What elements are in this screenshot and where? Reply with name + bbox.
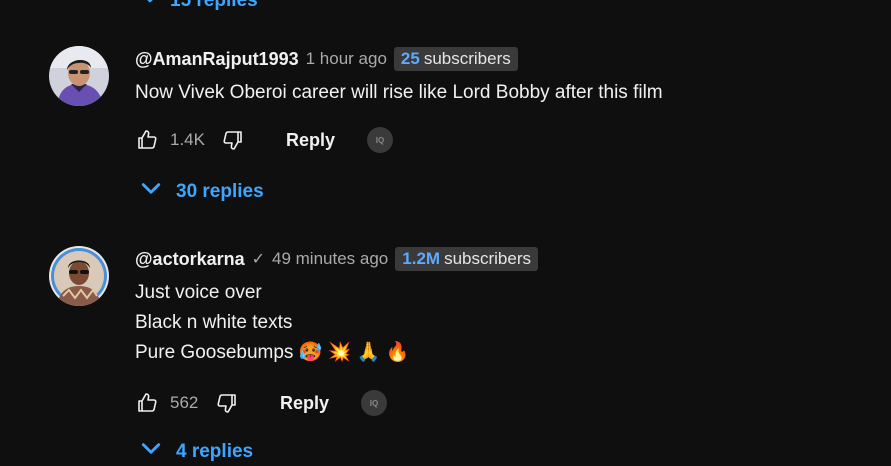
- subscriber-label: subscribers: [423, 49, 511, 68]
- verified-check-icon: ✓: [251, 251, 266, 268]
- reply-button[interactable]: Reply: [280, 393, 329, 414]
- replies-count-label: 30 replies: [176, 181, 264, 202]
- thumbs-down-icon[interactable]: [220, 127, 246, 153]
- comment-timestamp[interactable]: 1 hour ago: [306, 49, 387, 69]
- chevron-down-icon: [140, 438, 162, 466]
- subscriber-badge: 1.2M subscribers: [395, 247, 538, 271]
- replies-toggle[interactable]: 4 replies: [140, 438, 253, 466]
- replies-toggle-previous[interactable]: 15 replies: [140, 0, 258, 14]
- like-count: 1.4K: [170, 130, 205, 149]
- subscriber-count: 25: [400, 49, 420, 68]
- iq-badge-icon[interactable]: IQ: [367, 127, 394, 153]
- avatar[interactable]: [49, 46, 109, 106]
- chevron-down-icon: [140, 0, 160, 14]
- comment-author[interactable]: @AmanRajput1993: [135, 49, 299, 70]
- subscriber-count: 1.2M: [402, 249, 441, 268]
- comment-timestamp[interactable]: 49 minutes ago: [272, 249, 388, 269]
- replies-count-label: 15 replies: [170, 0, 258, 11]
- subscriber-label: subscribers: [444, 249, 531, 268]
- thumbs-down-icon[interactable]: [214, 390, 240, 416]
- replies-count-label: 4 replies: [176, 441, 254, 462]
- replies-toggle[interactable]: 30 replies: [140, 178, 264, 206]
- like-count: 562: [170, 393, 199, 412]
- avatar[interactable]: [49, 246, 109, 306]
- thumbs-up-icon[interactable]: [134, 390, 160, 416]
- subscriber-badge: 25 subscribers: [393, 47, 518, 71]
- comment-text: Just voice over Black n white texts Pure…: [135, 282, 410, 363]
- comment-author[interactable]: @actorkarna: [135, 249, 245, 270]
- iq-badge-icon[interactable]: IQ: [361, 390, 388, 416]
- comment-text: Now Vivek Oberoi career will rise like L…: [135, 82, 663, 103]
- thumbs-up-icon[interactable]: [134, 127, 160, 153]
- reply-button[interactable]: Reply: [286, 130, 335, 151]
- chevron-down-icon: [140, 178, 162, 206]
